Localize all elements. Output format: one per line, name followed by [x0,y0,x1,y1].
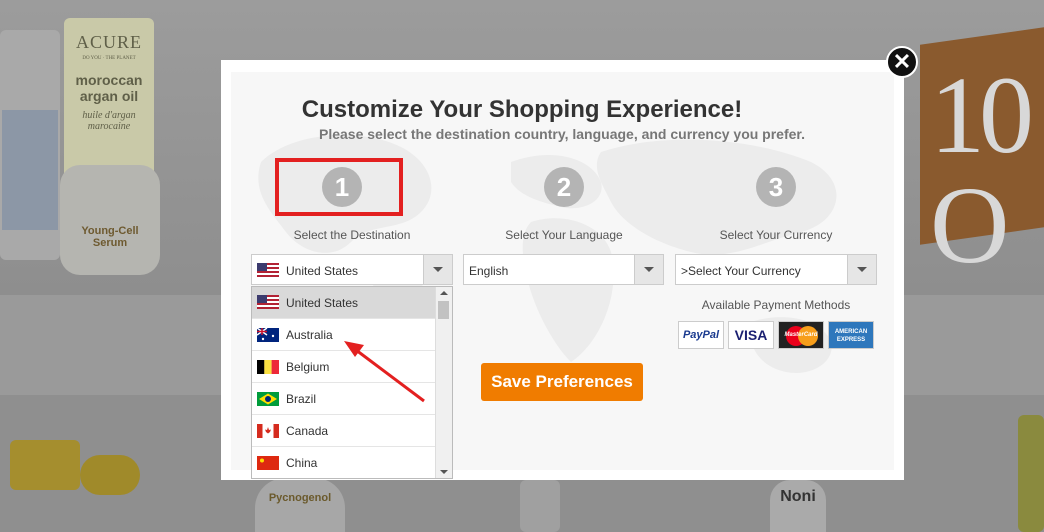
step-2-label: Select Your Language [505,228,623,242]
noni-bottle: Noni [770,480,826,532]
country-option-label: Belgium [286,360,330,374]
step-1-label: Select the Destination [293,228,411,242]
chevron-down-icon [634,255,663,284]
pycnogenol-label: Pycnogenol [268,492,332,504]
language-select[interactable]: English [463,254,664,285]
scrollbar-thumb[interactable] [438,301,449,319]
destination-select[interactable]: United States [251,254,453,285]
mastercard-icon: MasterCard [778,321,824,349]
currency-select[interactable]: >Select Your Currency [675,254,877,285]
herbal-bottle [520,480,560,532]
scroll-down-icon[interactable] [440,470,448,474]
scroll-up-icon[interactable] [440,291,448,295]
language-value: English [469,264,509,278]
us-flag-icon [257,295,279,309]
close-modal-button[interactable]: ✕ [886,46,918,78]
amex-icon: AMERICAN EXPRESS [828,321,874,349]
acure-brand: ACURE [75,32,142,52]
paypal-icon: PayPal [678,321,724,349]
close-icon: ✕ [892,49,912,74]
visa-icon: VISA [728,321,774,349]
chevron-down-icon [847,255,876,284]
country-option-label: United States [286,296,359,310]
australia-flag-icon [257,328,279,342]
product-box-right [1018,415,1044,532]
modal-subtitle: Please select the destination country, l… [318,126,805,142]
supplement-bottle [0,30,60,260]
chevron-down-icon [423,255,452,284]
currency-value: >Select Your Currency [681,264,801,278]
save-preferences-button[interactable]: Save Preferences [481,363,643,401]
brazil-flag-icon [257,392,279,406]
country-option-label: China [286,456,318,470]
destination-value: United States [286,264,359,278]
country-option-belgium[interactable]: Belgium [252,351,436,383]
step-3-circle: 3 [756,167,796,207]
canada-flag-icon [257,424,279,438]
china-flag-icon [257,456,279,470]
payment-methods-label: Available Payment Methods [701,298,851,312]
young-cell-label: Young-Cell Serum [81,225,139,249]
pycnogenol-jar: Pycnogenol [255,478,345,532]
country-option-china[interactable]: China [252,447,436,478]
modal-title: Customize Your Shopping Experience! [301,96,743,123]
country-option-brazil[interactable]: Brazil [252,383,436,415]
country-option-united-states[interactable]: United States [252,287,436,319]
belgium-flag-icon [257,360,279,374]
country-option-label: Brazil [286,392,317,406]
step-1-highlight [275,158,403,216]
step-2-circle: 2 [544,167,584,207]
dropdown-scrollbar[interactable] [435,287,452,478]
country-option-canada[interactable]: Canada [252,415,436,447]
country-option-australia[interactable]: Australia [252,319,436,351]
soap-bar [80,455,140,495]
young-cell-serum-jar: Young-Cell Serum [60,165,160,275]
country-option-label: Australia [286,328,333,342]
acure-tagline: DO YOU · THE PLANET [82,56,136,61]
soap-box [10,440,80,490]
country-dropdown-list[interactable]: United States Australia Belgium Brazil C… [251,286,453,479]
noni-label: Noni [780,488,816,505]
step-3-label: Select Your Currency [719,228,833,242]
country-option-label: Canada [286,424,329,438]
mastercard-label: MasterCard [784,332,818,338]
promo-text: 10 O [930,54,1034,286]
us-flag-icon [257,263,279,277]
